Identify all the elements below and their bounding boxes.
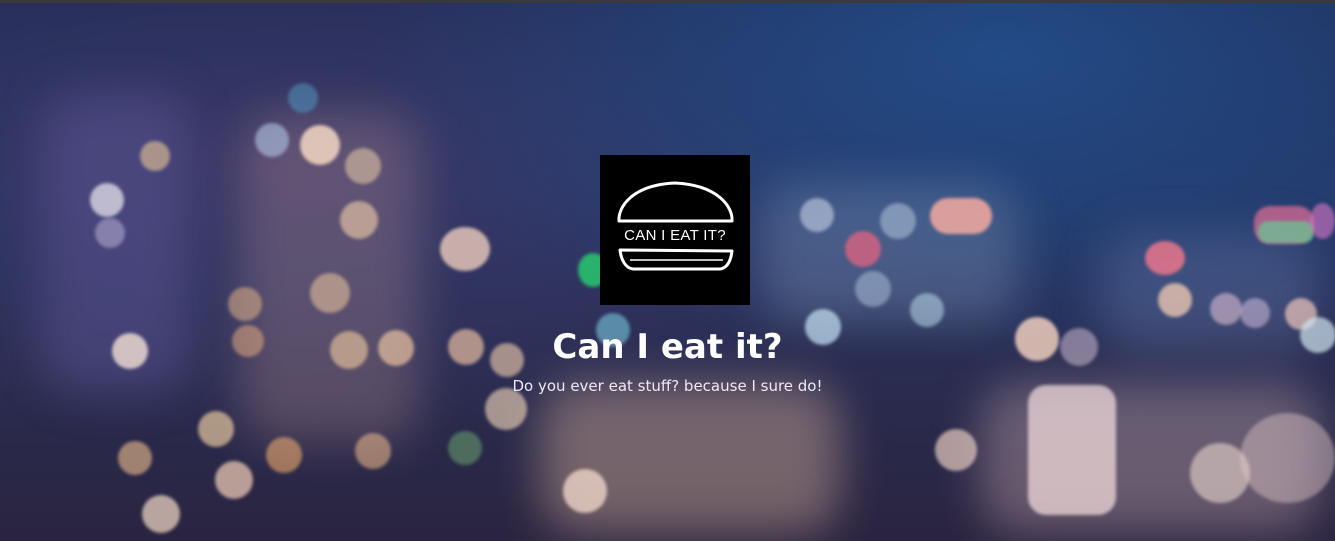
hero-section: CAN I EAT IT? Can I eat it? Do you ever … xyxy=(0,3,1335,541)
burger-icon: CAN I EAT IT? xyxy=(600,155,750,305)
page-title: Can I eat it? xyxy=(552,327,783,367)
logo-text: CAN I EAT IT? xyxy=(624,227,726,244)
page-subtitle: Do you ever eat stuff? because I sure do… xyxy=(512,377,823,395)
hero-content: CAN I EAT IT? Can I eat it? Do you ever … xyxy=(0,3,1335,541)
